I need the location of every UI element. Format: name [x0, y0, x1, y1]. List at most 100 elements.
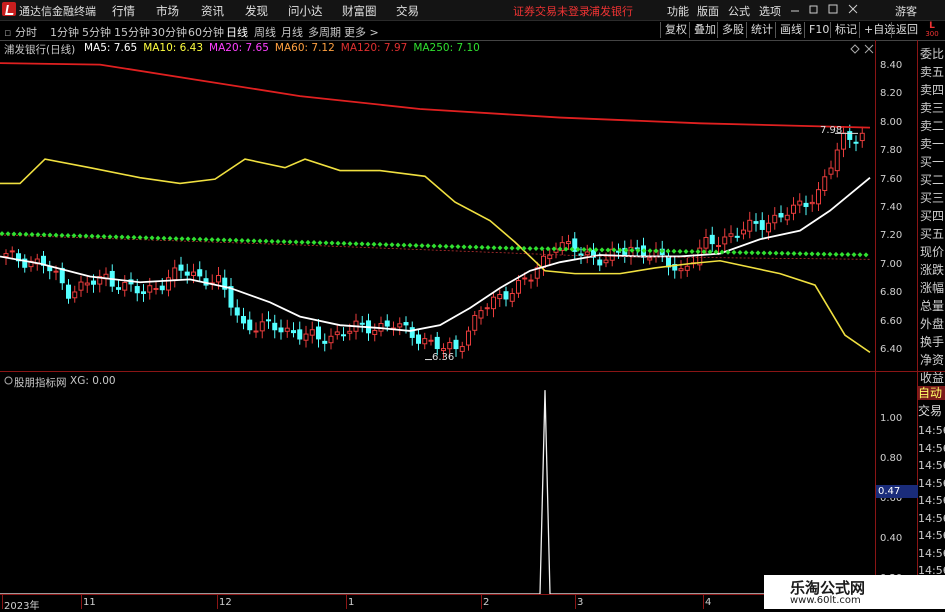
candle	[228, 278, 234, 316]
candle	[303, 325, 309, 348]
ma250-marker	[341, 240, 347, 246]
ma120-line	[0, 62, 871, 129]
menu-item-trade[interactable]: 交易	[396, 3, 419, 19]
price-tick-label: 6.40	[880, 344, 903, 355]
ma250-marker	[167, 235, 173, 241]
ma250-marker	[437, 243, 443, 249]
candle	[466, 326, 471, 351]
axis-divider	[875, 40, 876, 609]
menu-item-options[interactable]: 选项	[759, 3, 781, 19]
tab-daily[interactable]: 日线	[226, 24, 248, 40]
tab-multi-period[interactable]: 多周期	[308, 24, 341, 40]
quote-label: 买二	[920, 173, 945, 187]
tab-60min[interactable]: 60分钟	[188, 24, 224, 40]
ma250-marker	[335, 240, 341, 246]
quote-label: 总量	[920, 299, 945, 313]
ma250-marker	[281, 239, 287, 245]
tab-monthly[interactable]: 月线	[281, 24, 303, 40]
ma250-marker	[419, 243, 425, 249]
main-chart-title: 浦发银行(日线)	[4, 44, 76, 56]
candle	[772, 207, 778, 230]
toolbar-draw-button[interactable]: 画线	[775, 22, 806, 38]
restore-icon[interactable]	[809, 4, 819, 14]
toolbar-back-button[interactable]: 返回	[891, 22, 922, 38]
toolbar-adjust-button[interactable]: 复权	[660, 22, 691, 38]
ma-legend-item: MA250: 7.10	[413, 42, 480, 54]
trade-time: 14:56	[918, 459, 945, 472]
menu-item-ask[interactable]: 问小达	[288, 3, 323, 19]
candle	[778, 205, 784, 223]
ma250-marker	[599, 247, 605, 253]
ma250-marker	[431, 243, 437, 249]
trade-time: 14:56	[918, 529, 945, 542]
candle	[59, 262, 65, 290]
menu-item-formula[interactable]: 公式	[728, 3, 750, 19]
close-icon[interactable]	[864, 44, 874, 54]
quote-label: 外盘	[920, 317, 945, 331]
auto-trade-title[interactable]: 自动	[918, 386, 945, 400]
tab-15min[interactable]: 15分钟	[114, 24, 150, 40]
candle	[528, 274, 534, 289]
toolbar-mark-button[interactable]: 标记	[830, 22, 861, 38]
tab-weekly[interactable]: 周线	[254, 24, 276, 40]
tab-1min[interactable]: 1分钟	[50, 24, 79, 40]
ma250-marker	[827, 251, 833, 257]
quote-label: 卖四	[920, 83, 945, 97]
toolbar-stats-button[interactable]: 统计	[746, 22, 777, 38]
tab-more[interactable]: 更多 >	[344, 24, 379, 40]
menu-item-wealth[interactable]: 财富圈	[342, 3, 377, 19]
menu-item-layout[interactable]: 版面	[697, 3, 719, 19]
diamond-icon[interactable]	[850, 44, 860, 54]
ma250-marker	[389, 242, 395, 248]
candle	[828, 160, 834, 180]
menu-item-discover[interactable]: 发现	[245, 3, 268, 19]
menu-item-markets[interactable]: 市场	[156, 3, 179, 19]
ma-legend-item: MA5: 7.65	[84, 42, 138, 54]
date-tick-label: 2023年	[4, 601, 40, 612]
indicator-badge[interactable]: L 300	[921, 22, 943, 39]
trade-time: 14:56	[918, 441, 945, 455]
ma250-marker	[383, 242, 389, 248]
candle	[822, 169, 828, 196]
tab-intraday[interactable]: ▫ 分时	[4, 24, 37, 40]
close-icon[interactable]	[848, 4, 858, 14]
high-price-annotation: 7.98	[820, 125, 843, 136]
ma250-marker	[161, 235, 167, 241]
xg-signal-chart[interactable]	[0, 372, 875, 594]
menu-item-market[interactable]: 行情	[112, 3, 135, 19]
price-tick-label: 8.00	[880, 116, 903, 128]
toolbar-multi-stock-button[interactable]: 多股	[717, 22, 748, 38]
ma250-marker	[215, 237, 221, 243]
ma250-marker	[317, 240, 323, 246]
menu-item-news[interactable]: 资讯	[201, 3, 224, 19]
date-tick-label: 3	[577, 597, 584, 608]
ma250-marker	[749, 250, 755, 256]
candle	[266, 311, 271, 329]
tab-5min[interactable]: 5分钟	[82, 24, 111, 40]
guest-label[interactable]: 游客	[895, 3, 917, 19]
toolbar-f10-button[interactable]: F10	[804, 22, 833, 38]
minimize-icon[interactable]	[790, 4, 800, 14]
candle	[278, 319, 284, 340]
ma250-marker	[233, 237, 239, 243]
candle	[203, 270, 209, 290]
quote-label: 卖五	[920, 65, 945, 79]
maximize-icon[interactable]	[828, 4, 838, 14]
ma250-marker	[395, 242, 401, 248]
candle	[547, 248, 553, 267]
candle	[97, 269, 103, 293]
login-status[interactable]: 证券交易未登录	[513, 3, 590, 19]
candlestick-chart[interactable]	[0, 56, 875, 371]
ma250-marker	[533, 246, 539, 252]
toolbar-overlay-button[interactable]: 叠加	[689, 22, 720, 38]
quote-label: 卖一	[920, 137, 945, 151]
ma250-marker	[293, 239, 299, 245]
candle	[797, 193, 803, 214]
ma250-marker	[203, 236, 209, 242]
candle	[309, 321, 315, 344]
tab-30min[interactable]: 30分钟	[151, 24, 187, 40]
menu-item-function[interactable]: 功能	[667, 3, 689, 19]
ma250-marker	[311, 240, 317, 246]
date-tick	[346, 594, 347, 609]
ma250-marker	[473, 244, 479, 250]
